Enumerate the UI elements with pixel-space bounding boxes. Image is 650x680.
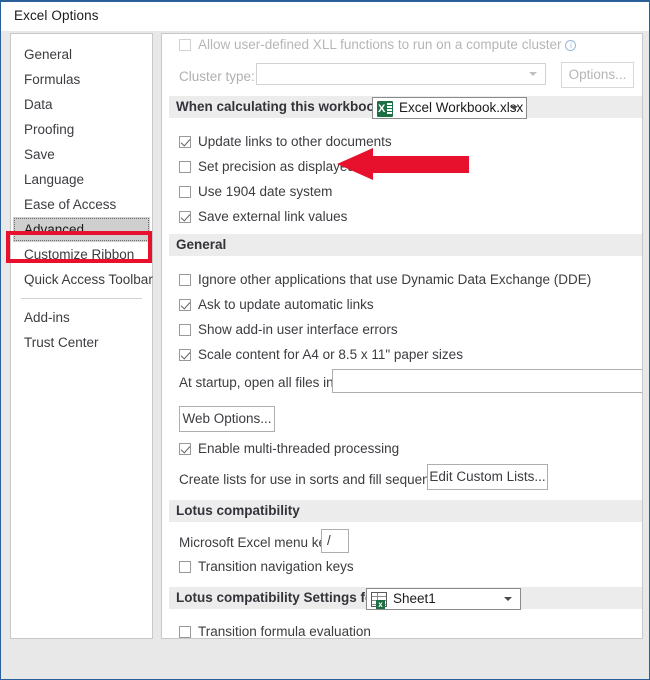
sidebar-item-label: Quick Access Toolbar	[24, 272, 153, 287]
sidebar-item-label: Customize Ribbon	[24, 247, 135, 262]
sidebar-item-save[interactable]: Save	[11, 142, 152, 167]
excel-options-dialog: Excel Options General Formulas Data Proo…	[0, 0, 650, 680]
checkbox-box[interactable]	[179, 161, 191, 173]
transition-navigation-keys-checkbox[interactable]: Transition navigation keys	[179, 558, 354, 576]
ask-update-automatic-links-checkbox[interactable]: Ask to update automatic links	[179, 296, 374, 314]
lotus-compatibility-section-header: Lotus compatibility	[169, 500, 642, 522]
sidebar-item-proofing[interactable]: Proofing	[11, 117, 152, 142]
excel-menu-key-input[interactable]: /	[321, 529, 349, 553]
update-links-checkbox[interactable]: Update links to other documents	[179, 133, 392, 151]
excel-workbook-icon	[377, 99, 393, 118]
show-addin-ui-errors-checkbox[interactable]: Show add-in user interface errors	[179, 321, 398, 339]
sidebar-divider	[21, 298, 142, 299]
custom-lists-label: Create lists for use in sorts and fill s…	[179, 472, 455, 487]
workbook-scope-value: Excel Workbook.xlsx	[399, 100, 524, 115]
sidebar-item-advanced[interactable]: Advanced	[13, 217, 150, 242]
advanced-options-panel: Allow user-defined XLL functions to run …	[161, 33, 643, 639]
sidebar-item-label: Advanced	[24, 222, 85, 237]
checkbox-box[interactable]	[179, 299, 191, 311]
transition-formula-evaluation-checkbox[interactable]: Transition formula evaluation	[179, 623, 371, 639]
checkbox-label: Use 1904 date system	[198, 184, 333, 199]
checkbox-box[interactable]	[179, 136, 191, 148]
checkbox-label: Allow user-defined XLL functions to run …	[198, 37, 562, 52]
general-section-header: General	[169, 234, 642, 256]
sidebar-item-trust-center[interactable]: Trust Center	[11, 330, 152, 355]
chevron-down-icon[interactable]	[504, 597, 512, 601]
title-bar: Excel Options	[1, 2, 649, 31]
cluster-type-combobox	[256, 63, 546, 85]
worksheet-icon	[371, 592, 387, 609]
use-1904-date-system-checkbox[interactable]: Use 1904 date system	[179, 183, 332, 201]
save-external-link-values-checkbox[interactable]: Save external link values	[179, 208, 347, 226]
checkbox-box[interactable]	[179, 186, 191, 198]
excel-menu-key-label: Microsoft Excel menu key:	[179, 535, 337, 550]
section-title: Lotus compatibility	[176, 503, 300, 518]
chevron-down-icon	[529, 72, 537, 76]
sidebar-item-customize-ribbon[interactable]: Customize Ribbon	[11, 242, 152, 267]
lotus-settings-scope-value: Sheet1	[393, 591, 436, 606]
sidebar-item-label: Language	[24, 172, 85, 187]
checkbox-label: Save external link values	[198, 209, 348, 224]
sidebar-item-label: Proofing	[24, 122, 75, 137]
sidebar-item-data[interactable]: Data	[11, 92, 152, 117]
section-title: General	[176, 237, 227, 252]
sidebar-item-add-ins[interactable]: Add-ins	[11, 305, 152, 330]
startup-folder-label: At startup, open all files in:	[179, 375, 338, 390]
allow-xll-compute-cluster-checkbox: Allow user-defined XLL functions to run …	[179, 36, 577, 54]
set-precision-as-displayed-checkbox[interactable]: Set precision as displayed	[179, 158, 355, 176]
sidebar-item-label: General	[24, 47, 73, 62]
scale-content-paper-size-checkbox[interactable]: Scale content for A4 or 8.5 x 11" paper …	[179, 346, 463, 364]
checkbox-label: Update links to other documents	[198, 134, 392, 149]
checkbox-box[interactable]	[179, 443, 191, 455]
checkbox-label: Scale content for A4 or 8.5 x 11" paper …	[198, 347, 463, 362]
enable-multithreaded-processing-checkbox[interactable]: Enable multi-threaded processing	[179, 440, 399, 458]
web-options-button[interactable]: Web Options...	[179, 406, 275, 432]
cluster-type-label: Cluster type:	[179, 69, 255, 84]
edit-custom-lists-button[interactable]: Edit Custom Lists...	[427, 464, 548, 490]
checkbox-box[interactable]	[179, 626, 191, 638]
checkbox-label: Transition formula evaluation	[198, 624, 371, 639]
checkbox-label: Show add-in user interface errors	[198, 322, 398, 337]
checkbox-label: Enable multi-threaded processing	[198, 441, 400, 456]
ignore-dde-checkbox[interactable]: Ignore other applications that use Dynam…	[179, 271, 591, 289]
checkbox-box[interactable]	[179, 561, 191, 573]
checkbox-box[interactable]	[179, 211, 191, 223]
chevron-down-icon[interactable]	[510, 106, 518, 110]
sidebar-item-label: Formulas	[24, 72, 81, 87]
excel-menu-key-value: /	[327, 533, 331, 548]
sidebar-item-ease-of-access[interactable]: Ease of Access	[11, 192, 152, 217]
sidebar-item-label: Add-ins	[24, 310, 70, 325]
workbook-scope-combobox[interactable]: Excel Workbook.xlsx	[372, 97, 527, 119]
section-title: When calculating this workbook:	[176, 99, 387, 114]
sidebar-item-label: Save	[24, 147, 55, 162]
sidebar-item-general[interactable]: General	[11, 42, 152, 67]
sidebar-item-label: Ease of Access	[24, 197, 117, 212]
checkbox-box[interactable]	[179, 274, 191, 286]
sidebar-item-quick-access-toolbar[interactable]: Quick Access Toolbar	[11, 267, 153, 292]
sidebar-item-formulas[interactable]: Formulas	[11, 67, 152, 92]
startup-folder-input[interactable]	[332, 369, 642, 393]
checkbox-label: Ignore other applications that use Dynam…	[198, 272, 592, 287]
information-icon: i	[565, 40, 577, 51]
checkbox-label: Set precision as displayed	[198, 159, 355, 174]
cluster-options-button: Options...	[561, 62, 634, 88]
section-title: Lotus compatibility Settings for:	[176, 590, 384, 605]
checkbox-label: Ask to update automatic links	[198, 297, 374, 312]
sidebar-item-label: Data	[24, 97, 53, 112]
lotus-settings-scope-combobox[interactable]: Sheet1	[366, 588, 521, 610]
sidebar-item-language[interactable]: Language	[11, 167, 152, 192]
options-category-list[interactable]: General Formulas Data Proofing Save Lang…	[10, 33, 153, 639]
dialog-title: Excel Options	[14, 8, 99, 23]
checkbox-label: Transition navigation keys	[198, 559, 354, 574]
checkbox-box	[179, 39, 191, 51]
checkbox-box[interactable]	[179, 349, 191, 361]
checkbox-box[interactable]	[179, 324, 191, 336]
sidebar-item-label: Trust Center	[24, 335, 99, 350]
